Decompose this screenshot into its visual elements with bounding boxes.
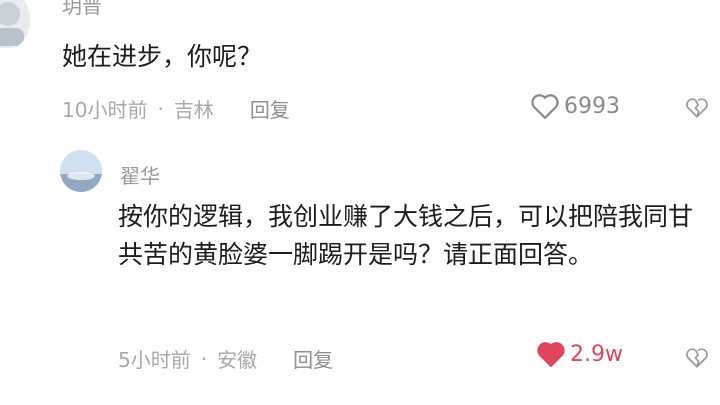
reply-button[interactable]: 回复 — [250, 94, 290, 123]
separator-dot: · — [200, 346, 208, 371]
separator-dot: · — [157, 96, 164, 121]
like-count: 6993 — [564, 93, 620, 119]
heart-icon — [537, 342, 565, 367]
comment-meta: 5小时前 · 安徽 回复 — [118, 344, 333, 373]
timestamp: 5小时前 — [118, 348, 191, 372]
like-count: 2.9w — [570, 341, 623, 367]
comment-text: 按你的逻辑，我创业赚了大钱之后，可以把陪我同甘共苦的黄脸婆一脚踢开是吗？请正面回… — [118, 202, 694, 269]
avatar-image — [60, 150, 102, 192]
reply-button[interactable]: 回复 — [293, 344, 333, 373]
dislike-icon[interactable] — [684, 344, 710, 370]
username[interactable]: 玥晋 — [62, 0, 102, 19]
username[interactable]: 翟华 — [120, 160, 160, 189]
heart-icon — [531, 94, 559, 119]
timestamp: 10小时前 — [62, 98, 148, 122]
dislike-icon[interactable] — [684, 94, 710, 120]
comment-meta: 10小时前 · 吉林 回复 — [62, 94, 290, 123]
avatar-image — [0, 2, 24, 46]
avatar[interactable] — [60, 150, 102, 192]
like-button[interactable]: 6993 — [530, 92, 620, 120]
comment-text: 她在进步，你呢？ — [62, 42, 263, 71]
location: 安徽 — [217, 348, 258, 372]
location: 吉林 — [173, 98, 214, 122]
like-button[interactable]: 2.9w — [536, 340, 623, 368]
avatar[interactable] — [0, 0, 30, 48]
